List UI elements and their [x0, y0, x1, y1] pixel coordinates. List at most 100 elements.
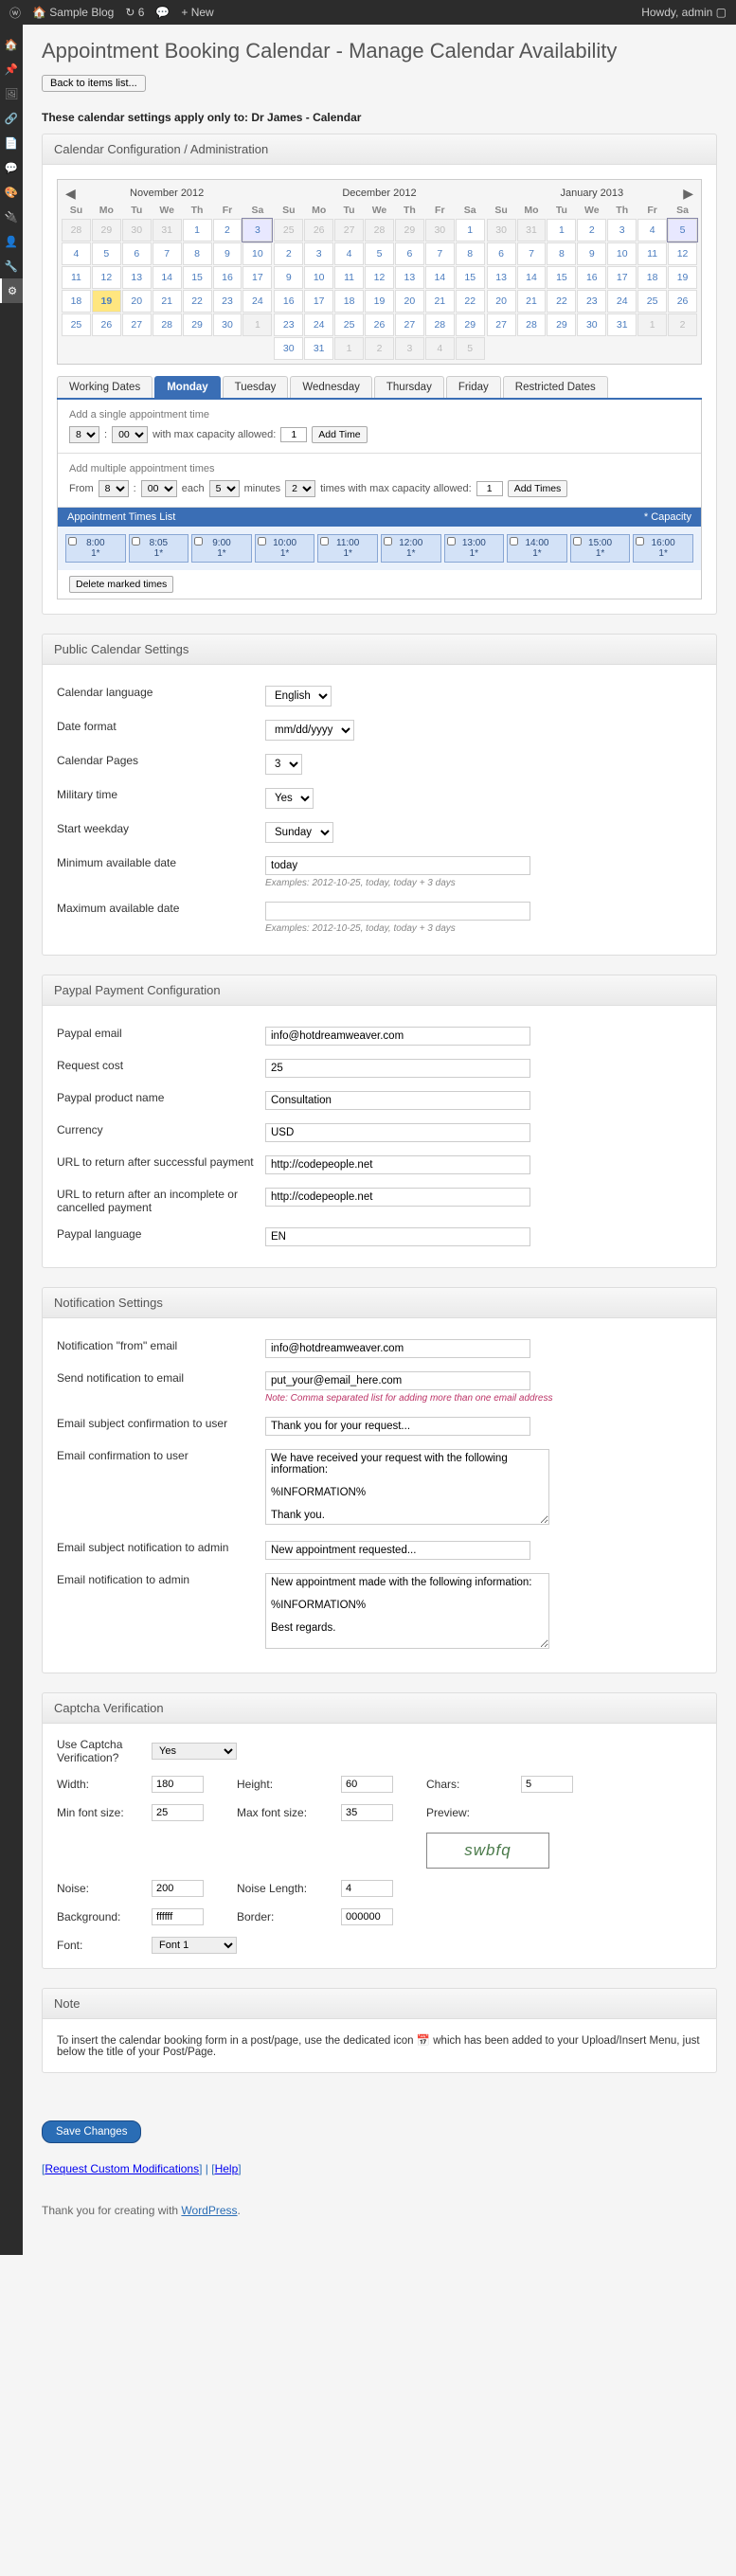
time-slot-1000[interactable]: 10:001*: [255, 534, 315, 563]
admin-body-textarea[interactable]: New appointment made with the following …: [265, 1573, 549, 1649]
cal-day[interactable]: 1: [183, 219, 212, 242]
wordpress-link[interactable]: WordPress: [181, 2204, 237, 2217]
cal-day-other[interactable]: 2: [365, 337, 394, 360]
cal-day[interactable]: 30: [577, 313, 606, 336]
updates-link[interactable]: ↻ 6: [125, 6, 144, 19]
cal-day[interactable]: 26: [92, 313, 121, 336]
cal-day[interactable]: 17: [242, 266, 272, 289]
cal-day[interactable]: 12: [365, 266, 394, 289]
time-check[interactable]: [194, 537, 203, 546]
cal-day[interactable]: 18: [637, 266, 667, 289]
time-check[interactable]: [132, 537, 140, 546]
time-check[interactable]: [510, 537, 518, 546]
cal-day[interactable]: 23: [577, 290, 606, 313]
cal-day[interactable]: 16: [577, 266, 606, 289]
cal-day[interactable]: 9: [274, 266, 303, 289]
captcha-width-input[interactable]: [152, 1776, 204, 1793]
cal-day[interactable]: 10: [304, 266, 333, 289]
cal-day[interactable]: 15: [183, 266, 212, 289]
cal-day[interactable]: 5: [365, 242, 394, 265]
tab-working-dates[interactable]: Working Dates: [57, 376, 153, 398]
cal-day-other[interactable]: 5: [456, 337, 485, 360]
calendar-language-select[interactable]: English: [265, 686, 332, 707]
cal-day[interactable]: 3: [304, 242, 333, 265]
cal-day-other[interactable]: 3: [395, 337, 424, 360]
cal-day[interactable]: 12: [668, 242, 697, 265]
sidebar-comments[interactable]: 💬: [0, 155, 23, 180]
cal-day-other[interactable]: 1: [637, 313, 667, 336]
cal-day[interactable]: 29: [183, 313, 212, 336]
cal-day[interactable]: 7: [425, 242, 455, 265]
wp-logo-icon[interactable]: ⓦ: [9, 5, 21, 21]
cal-day[interactable]: 25: [637, 290, 667, 313]
cal-day-other[interactable]: 28: [365, 219, 394, 242]
notif-from-input[interactable]: [265, 1339, 530, 1358]
cal-day[interactable]: 11: [637, 242, 667, 265]
cal-day[interactable]: 6: [122, 242, 152, 265]
time-check[interactable]: [636, 537, 644, 546]
cal-day[interactable]: 10: [607, 242, 637, 265]
add-times-button[interactable]: Add Times: [508, 480, 568, 497]
cal-day[interactable]: 4: [334, 242, 364, 265]
cal-day[interactable]: 5: [92, 242, 121, 265]
help-link[interactable]: Help: [215, 2162, 239, 2175]
howdy-link[interactable]: Howdy, admin ▢: [641, 6, 727, 19]
cal-day[interactable]: 2: [577, 219, 606, 242]
add-time-button[interactable]: Add Time: [312, 426, 367, 443]
cal-day[interactable]: 30: [213, 313, 242, 336]
time-slot-1500[interactable]: 15:001*: [570, 534, 631, 563]
cal-day[interactable]: 20: [487, 290, 516, 313]
cal-day-other[interactable]: 27: [334, 219, 364, 242]
cal-day-other[interactable]: 31: [153, 219, 182, 242]
cal-day[interactable]: 22: [183, 290, 212, 313]
calendar-pages-select[interactable]: 3: [265, 754, 302, 775]
cal-day[interactable]: 15: [456, 266, 485, 289]
cal-day[interactable]: 11: [62, 266, 91, 289]
time-slot-1400[interactable]: 14:001*: [507, 534, 567, 563]
cal-day[interactable]: 18: [62, 290, 91, 313]
cal-day[interactable]: 30: [274, 337, 303, 360]
time-slot-0800[interactable]: 8:001*: [65, 534, 126, 563]
single-hour-select[interactable]: 8: [69, 426, 99, 443]
cal-day[interactable]: 3: [607, 219, 637, 242]
cal-day-other[interactable]: 4: [425, 337, 455, 360]
back-button[interactable]: Back to items list...: [42, 75, 146, 92]
tab-wednesday[interactable]: Wednesday: [290, 376, 372, 398]
cal-day[interactable]: 22: [456, 290, 485, 313]
cal-day-other[interactable]: 1: [242, 313, 272, 336]
multi-hour-select[interactable]: 8: [99, 480, 129, 497]
admin-subject-input[interactable]: [265, 1541, 530, 1560]
cal-day-other[interactable]: 29: [92, 219, 121, 242]
time-slot-1200[interactable]: 12:001*: [381, 534, 441, 563]
cal-day[interactable]: 28: [517, 313, 547, 336]
captcha-font-select[interactable]: Font 1: [152, 1937, 237, 1954]
cal-day[interactable]: 3: [242, 219, 272, 242]
time-slot-1600[interactable]: 16:001*: [633, 534, 693, 563]
time-check[interactable]: [447, 537, 456, 546]
cal-day-other[interactable]: 1: [334, 337, 364, 360]
cal-prev-icon[interactable]: ◀: [65, 186, 76, 202]
cal-day[interactable]: 16: [213, 266, 242, 289]
cal-day[interactable]: 18: [334, 290, 364, 313]
cal-day[interactable]: 31: [607, 313, 637, 336]
cal-day[interactable]: 4: [62, 242, 91, 265]
cal-day[interactable]: 19: [365, 290, 394, 313]
user-body-textarea[interactable]: We have received your request with the f…: [265, 1449, 549, 1525]
delete-marked-button[interactable]: Delete marked times: [69, 576, 173, 593]
time-check[interactable]: [384, 537, 392, 546]
single-minute-select[interactable]: 00: [112, 426, 148, 443]
captcha-minfont-input[interactable]: [152, 1804, 204, 1821]
captcha-height-input[interactable]: [341, 1776, 393, 1793]
cal-day[interactable]: 8: [183, 242, 212, 265]
time-slot-0805[interactable]: 8:051*: [129, 534, 189, 563]
cal-day[interactable]: 28: [153, 313, 182, 336]
cal-day[interactable]: 21: [153, 290, 182, 313]
paypal-lang-input[interactable]: [265, 1227, 530, 1246]
cal-day-other[interactable]: 30: [122, 219, 152, 242]
cal-day[interactable]: 2: [213, 219, 242, 242]
multi-cap-input[interactable]: [476, 481, 503, 496]
cal-day[interactable]: 26: [668, 290, 697, 313]
cal-day[interactable]: 23: [213, 290, 242, 313]
multi-step-select[interactable]: 5: [209, 480, 240, 497]
captcha-noise-input[interactable]: [152, 1880, 204, 1897]
